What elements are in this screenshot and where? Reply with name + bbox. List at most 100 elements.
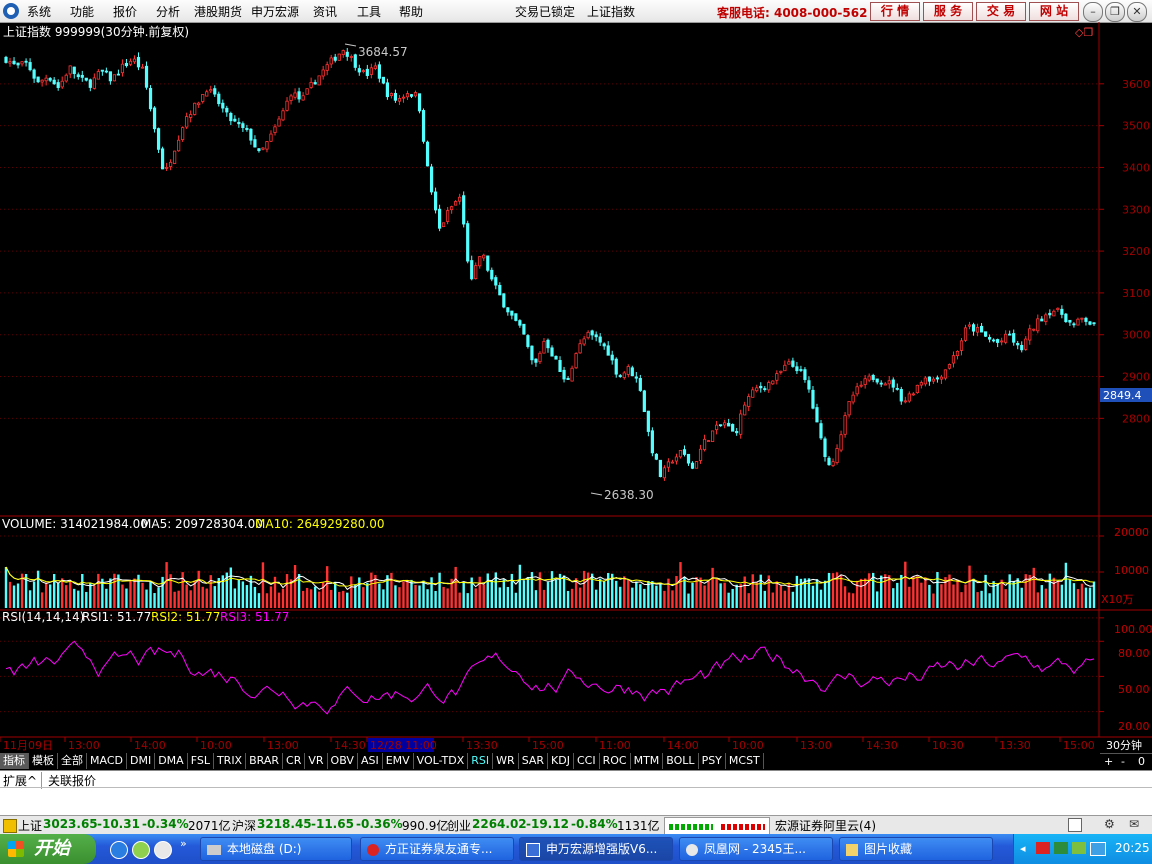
trade-button[interactable]: 交 易	[976, 2, 1026, 21]
volume-bar	[1064, 562, 1068, 608]
candle-body	[779, 370, 783, 373]
volume-bar	[253, 586, 257, 608]
candle-body	[570, 367, 574, 382]
service-button[interactable]: 服 务	[923, 2, 973, 21]
candle-body	[253, 139, 257, 148]
app-logo-icon[interactable]	[3, 3, 19, 19]
task-founder-securities[interactable]: 方正证券泉友通专...	[360, 837, 514, 861]
tab-sar[interactable]: SAR	[519, 753, 549, 769]
tab-fsl[interactable]: FSL	[188, 753, 214, 769]
menu-help[interactable]: 帮助	[399, 3, 423, 20]
candle-body	[735, 431, 739, 434]
tray-security-icon[interactable]	[1072, 842, 1086, 854]
tab-指标[interactable]: 指标	[0, 753, 29, 769]
tab-wr[interactable]: WR	[493, 753, 519, 769]
candle-body	[743, 404, 747, 416]
volume-bar	[747, 593, 750, 608]
cy-index-name[interactable]: 创业	[447, 817, 471, 834]
ie-icon[interactable]	[110, 841, 128, 859]
volume-bar	[743, 576, 746, 608]
tray-shield-icon[interactable]	[1090, 842, 1106, 856]
volume-bar	[570, 588, 574, 608]
minimize-icon[interactable]: –	[1083, 2, 1103, 22]
task-local-disk[interactable]: 本地磁盘 (D:)	[200, 837, 352, 861]
volume-bar	[329, 589, 333, 608]
tab-vol-tdx[interactable]: VOL-TDX	[414, 753, 469, 769]
volume-bar	[988, 593, 991, 608]
tab-rsi[interactable]: RSI	[468, 753, 494, 769]
volume-bar	[514, 592, 518, 608]
menu-hk-futures[interactable]: 港股期货	[194, 3, 242, 20]
tab-dma[interactable]: DMA	[155, 753, 188, 769]
tab-mcst[interactable]: MCST	[726, 753, 764, 769]
volume-bar	[542, 589, 546, 608]
reset-button[interactable]: 0	[1138, 755, 1145, 768]
candle-body	[622, 372, 626, 378]
candle-body	[666, 461, 671, 468]
panel-options-icon[interactable]: ◇❐	[1075, 26, 1093, 39]
candle-body	[173, 150, 177, 164]
quick-launch-more-icon[interactable]: »	[180, 837, 187, 850]
tab-全部[interactable]: 全部	[58, 753, 87, 769]
website-button[interactable]: 网 站	[1029, 2, 1079, 21]
tab-asi[interactable]: ASI	[358, 753, 383, 769]
candle-body	[1036, 318, 1040, 332]
task-label: 本地磁盘 (D:)	[227, 842, 302, 856]
menu-tools[interactable]: 工具	[357, 3, 381, 20]
menu-system[interactable]: 系统	[27, 3, 51, 20]
tab-roc[interactable]: ROC	[600, 753, 631, 769]
start-button[interactable]: 开始	[0, 834, 96, 864]
candle-body	[401, 96, 406, 99]
tab-macd[interactable]: MACD	[87, 753, 127, 769]
candle-body	[429, 166, 434, 193]
menu-news[interactable]: 资讯	[313, 3, 337, 20]
candle-body	[943, 369, 948, 379]
tab-boll[interactable]: BOLL	[663, 753, 699, 769]
volume-bar	[402, 581, 405, 608]
task-ifeng[interactable]: 凤凰网 - 2345王...	[679, 837, 833, 861]
candle-body	[851, 394, 855, 403]
tab-obv[interactable]: OBV	[328, 753, 358, 769]
quote-button[interactable]: 行 情	[870, 2, 920, 21]
news-icon[interactable]: ✉	[1129, 817, 1139, 831]
task-pictures[interactable]: 图片收藏	[839, 837, 993, 861]
tray-app-icon[interactable]	[1036, 842, 1050, 854]
tray-expand-icon[interactable]: ◂	[1020, 842, 1026, 855]
zoom-in-button[interactable]: +	[1104, 755, 1113, 768]
sh-index-pct: -0.34%	[142, 817, 189, 831]
hs-index-name[interactable]: 沪深	[232, 817, 256, 834]
tab-psy[interactable]: PSY	[699, 753, 726, 769]
window-icon[interactable]	[1068, 818, 1082, 832]
close-icon[interactable]: ✕	[1127, 2, 1147, 22]
candle-body	[257, 148, 261, 151]
menu-quote[interactable]: 报价	[113, 3, 137, 20]
tray-network-icon[interactable]	[1054, 842, 1068, 854]
browser-icon[interactable]	[132, 841, 150, 859]
menu-analysis[interactable]: 分析	[156, 3, 180, 20]
broadcast-icon[interactable]: ⚙	[1104, 817, 1115, 831]
tab-模板[interactable]: 模板	[29, 753, 58, 769]
tab-vr[interactable]: VR	[305, 753, 328, 769]
tab-cr[interactable]: CR	[283, 753, 306, 769]
restore-icon[interactable]: ❐	[1105, 2, 1125, 22]
tab-cci[interactable]: CCI	[574, 753, 600, 769]
tab-kdj[interactable]: KDJ	[548, 753, 574, 769]
candle-body	[847, 401, 851, 416]
server-label[interactable]: 宏源证券阿里云(4)	[775, 817, 876, 834]
candle-body	[345, 51, 349, 57]
desktop-icon[interactable]	[154, 841, 172, 859]
tab-dmi[interactable]: DMI	[127, 753, 156, 769]
tab-emv[interactable]: EMV	[383, 753, 414, 769]
tab-trix[interactable]: TRIX	[214, 753, 247, 769]
sh-index-name[interactable]: 上证	[18, 817, 42, 834]
volume-bar	[269, 586, 273, 608]
period-label[interactable]: 30分钟	[1106, 738, 1142, 752]
stock-chart[interactable]: 3600 3500 3400 3300 3200 3100 3000 2900 2800 上证指…	[0, 22, 1152, 760]
task-swhy-active[interactable]: 申万宏源增强版V6...	[519, 837, 673, 861]
tab-mtm[interactable]: MTM	[631, 753, 664, 769]
zoom-out-button[interactable]: -	[1121, 755, 1125, 768]
tab-brar[interactable]: BRAR	[246, 753, 284, 769]
menu-swhy[interactable]: 申万宏源	[251, 3, 299, 20]
candle-body	[169, 161, 173, 167]
menu-function[interactable]: 功能	[70, 3, 94, 20]
